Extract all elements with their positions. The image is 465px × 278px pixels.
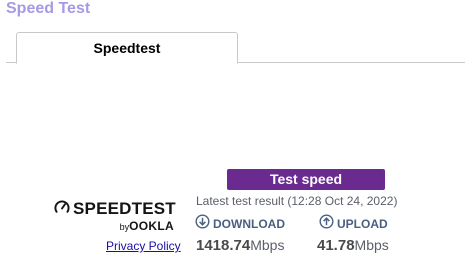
- upload-number: 41.78: [317, 237, 355, 254]
- download-metric: DOWNLOAD: [195, 214, 285, 234]
- upload-metric: UPLOAD: [319, 214, 388, 234]
- logo-ookla: OOKLA: [129, 219, 174, 233]
- download-label: DOWNLOAD: [213, 217, 285, 231]
- download-value: 1418.74Mbps: [196, 236, 284, 255]
- logo-byline: byOOKLA: [120, 219, 174, 234]
- upload-value: 41.78Mbps: [317, 236, 389, 255]
- logo-by-prefix: by: [119, 222, 130, 232]
- latest-test-result: Latest test result (12:28 Oct 24, 2022): [196, 194, 398, 208]
- download-unit: Mbps: [250, 237, 285, 253]
- download-arrow-icon: [195, 214, 210, 234]
- upload-unit: Mbps: [354, 237, 389, 253]
- tab-speedtest[interactable]: Speedtest: [16, 32, 238, 64]
- speed-test-page: Speed Test Speedtest Test speed SPEEDTES…: [0, 0, 465, 278]
- upload-arrow-icon: [319, 214, 334, 234]
- test-speed-button[interactable]: Test speed: [227, 169, 385, 190]
- logo-wordmark: SPEEDTEST: [73, 199, 176, 218]
- upload-label: UPLOAD: [337, 217, 388, 231]
- page-title: Speed Test: [6, 0, 91, 17]
- speedtest-logo: SPEEDTEST byOOKLA: [54, 199, 178, 235]
- privacy-policy-link[interactable]: Privacy Policy: [106, 239, 181, 253]
- logo-main: SPEEDTEST: [54, 199, 176, 219]
- download-number: 1418.74: [196, 237, 251, 254]
- speedometer-icon: [54, 199, 70, 220]
